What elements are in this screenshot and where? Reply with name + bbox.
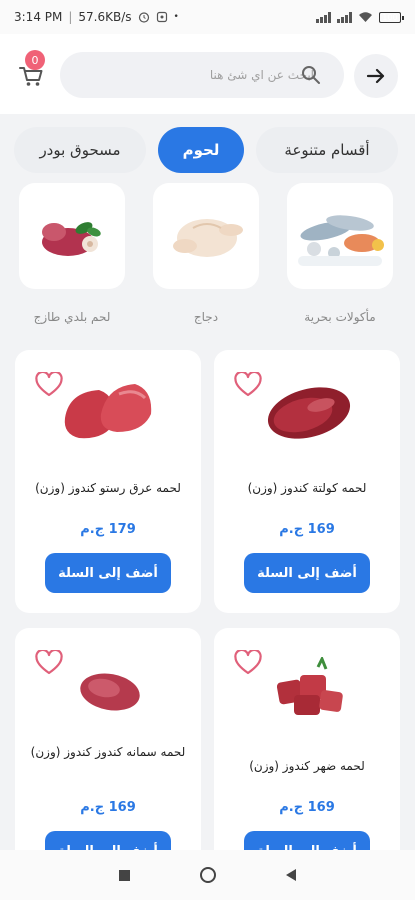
alarm-icon — [138, 12, 149, 23]
product-card[interactable]: لحمه عرق رستو كندوز (وزن) 179 ج.م أضف إل… — [15, 350, 201, 613]
add-to-cart-button[interactable]: أضف إلى السلة — [244, 553, 370, 593]
product-price: 179 ج.م — [80, 522, 136, 537]
category-fresh-meat[interactable] — [19, 183, 125, 289]
product-image — [244, 642, 374, 737]
fresh-meat-image — [42, 222, 101, 256]
tab-meat[interactable]: لحوم — [158, 127, 244, 173]
category-label-seafood: مأكولات بحرية — [304, 310, 376, 324]
status-bar: 3:14 PM | 57.6KB/s • 100 — [0, 0, 415, 34]
product-name: لحمه عرق رستو كندوز (وزن) — [35, 481, 181, 495]
product-image — [45, 364, 175, 459]
add-to-cart-button[interactable]: أضف إلى السلة — [45, 553, 171, 593]
signal-icon — [316, 11, 331, 23]
system-nav-bar — [0, 850, 415, 900]
tab-misc-sections[interactable]: أقسام متنوعة — [256, 127, 398, 173]
home-icon[interactable] — [200, 867, 216, 883]
search-input[interactable] — [74, 68, 314, 82]
search-icon[interactable] — [301, 65, 321, 85]
notification-icon — [156, 11, 167, 23]
chicken-image — [173, 219, 243, 257]
arrow-right-icon — [366, 68, 385, 84]
category-label-fresh-meat: لحم بلدي طازج — [33, 310, 111, 324]
tab-powder[interactable]: مسحوق بودر — [14, 127, 146, 173]
category-seafood[interactable] — [287, 183, 393, 289]
status-time: 3:14 PM — [14, 10, 63, 24]
back-icon[interactable] — [286, 869, 296, 881]
product-card[interactable]: لحمه سمانه كندوز كندوز (وزن) 169 ج.م أضف… — [15, 628, 201, 871]
dot-icon: • — [173, 12, 179, 22]
battery-level: 100 — [382, 12, 398, 22]
recents-icon[interactable] — [119, 869, 130, 881]
product-card[interactable]: لحمه كولتة كندوز (وزن) 169 ج.م أضف إلى ا… — [214, 350, 400, 613]
cart-count-badge: 0 — [25, 50, 45, 70]
product-price: 169 ج.م — [80, 800, 136, 815]
signal-icon-2 — [337, 11, 352, 23]
seafood-image — [298, 215, 384, 266]
product-image — [244, 364, 374, 459]
product-name: لحمه سمانه كندوز كندوز (وزن) — [30, 745, 186, 759]
product-card[interactable]: لحمه ضهر كندوز (وزن) 169 ج.م أضف إلى الس… — [214, 628, 400, 871]
category-chicken[interactable] — [153, 183, 259, 289]
product-price: 169 ج.م — [279, 800, 335, 815]
wifi-icon — [359, 12, 372, 22]
forward-button[interactable] — [354, 54, 398, 98]
category-label-chicken: دجاج — [193, 310, 219, 324]
battery-icon: 100 — [379, 11, 404, 23]
search-bar[interactable] — [60, 52, 344, 98]
app-header: 0 — [0, 34, 415, 114]
product-name: لحمه ضهر كندوز (وزن) — [249, 759, 365, 773]
product-price: 169 ج.م — [279, 522, 335, 537]
product-name: لحمه كولتة كندوز (وزن) — [247, 481, 367, 495]
status-speed: 57.6KB/s — [78, 10, 132, 24]
product-image — [45, 642, 175, 737]
